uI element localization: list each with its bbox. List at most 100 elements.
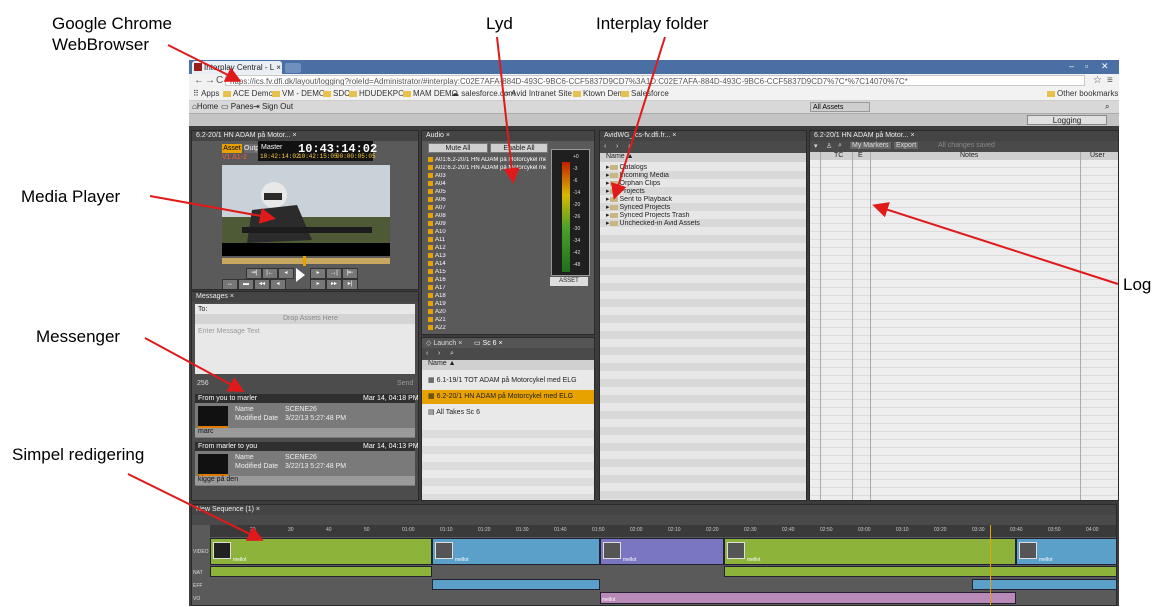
mark-out-button[interactable]: |⇤ (342, 268, 358, 279)
vo-clip[interactable] (600, 592, 1016, 604)
bookmark-apps[interactable]: ⠿ Apps (193, 88, 219, 100)
goto-in-button[interactable]: |← (262, 268, 278, 279)
search-icon[interactable]: ⌕ (450, 350, 454, 358)
audio-track-row[interactable]: A20 (428, 309, 546, 316)
message-item[interactable]: From marler to you Mar 14, 04:13 PM Name… (195, 442, 418, 486)
jog-fwd-button[interactable]: ▸ (310, 279, 326, 289)
back-nav-icon[interactable]: ‹ (426, 350, 428, 357)
track-enable-checkbox[interactable] (428, 189, 433, 194)
timeline-clip[interactable] (724, 538, 1016, 565)
bookmark-other[interactable]: Other bookmarks (1047, 88, 1118, 100)
track-enable-checkbox[interactable] (428, 301, 433, 306)
bookmark-mam-demo[interactable]: MAM DEMO (403, 88, 458, 100)
track-enable-checkbox[interactable] (428, 293, 433, 298)
track-enable-checkbox[interactable] (428, 245, 433, 250)
meter-asset-button[interactable]: ASSET (550, 277, 588, 286)
playhead[interactable] (303, 256, 306, 266)
add-marker-icon[interactable]: ▾ (814, 142, 818, 150)
audio-track-row[interactable]: A04 (428, 181, 546, 188)
bookmark-vm-demo[interactable]: VM - DEMO (272, 88, 325, 100)
asset-mode-button[interactable]: Asset (222, 144, 242, 153)
folder-tab[interactable]: AvidWG_ics-fv.dfi.fr... × (600, 131, 806, 141)
timeline-tab[interactable]: New Sequence (1) × (192, 505, 1116, 515)
rewind-button[interactable]: ◂◂ (254, 279, 270, 289)
nat-clip[interactable] (724, 566, 1116, 577)
name-column-header[interactable]: Name ▲ (422, 360, 594, 370)
bookmark-salesforce[interactable]: Salesforce (621, 88, 669, 100)
track-enable-checkbox[interactable] (428, 325, 433, 330)
back-nav-icon[interactable]: ‹ (604, 143, 606, 150)
loop-button[interactable]: ↔ (222, 279, 238, 289)
bookmark-hdudekpo[interactable]: HDUDEKPO (349, 88, 404, 100)
list-item[interactable]: ▦ 6.1-19/1 TOT ADAM på Motorcykel med EL… (422, 374, 594, 388)
user-column[interactable]: User (1090, 152, 1105, 159)
folder-item-sent-to-playback[interactable]: ▸ Sent to Playback (600, 196, 806, 204)
audio-tab[interactable]: Audio × (422, 131, 594, 141)
messages-tab[interactable]: Messages × (192, 292, 418, 302)
audio-track-row[interactable]: A01:6.2-20/1 HN ADAM på Motorcykel med E (428, 157, 546, 164)
ffwd-button[interactable]: ▸▸ (326, 279, 342, 289)
audio-track-row[interactable]: A21 (428, 317, 546, 324)
track-enable-checkbox[interactable] (428, 165, 433, 170)
audio-track-row[interactable]: A06 (428, 197, 546, 204)
audio-track-row[interactable]: A03 (428, 173, 546, 180)
audio-track-row[interactable]: A15 (428, 269, 546, 276)
home-button[interactable]: ⌂Home (192, 101, 218, 113)
folder-item-catalogs[interactable]: ▸ Catalogs (600, 164, 806, 172)
audio-track-row[interactable]: A12 (428, 245, 546, 252)
track-enable-checkbox[interactable] (428, 197, 433, 202)
forward-nav-icon[interactable]: › (616, 143, 618, 150)
star-icon[interactable]: ☆ (1093, 75, 1102, 86)
bookmark-avid-intranet[interactable]: ≈ Avid Intranet Site (505, 88, 572, 100)
end-button[interactable]: ▸| (342, 279, 358, 289)
bookmark-sdc[interactable]: SDC (323, 88, 350, 100)
track-enable-checkbox[interactable] (428, 285, 433, 290)
panes-button[interactable]: ▭ Panes (221, 101, 253, 113)
audio-track-row[interactable]: A14 (428, 261, 546, 268)
my-markers-button[interactable]: My Markers (850, 142, 891, 149)
timeline-ruler[interactable]: 20 30 40 50 01:00 01:10 01:20 01:30 01:40 01:50 02… (210, 525, 1116, 537)
track-enable-checkbox[interactable] (428, 269, 433, 274)
track-enable-checkbox[interactable] (428, 213, 433, 218)
audio-track-row[interactable]: A02:6.2-20/1 HN ADAM på Motorcykel med E (428, 165, 546, 172)
step-fwd-button[interactable]: ▸ (310, 268, 326, 279)
audio-track-row[interactable]: A10 (428, 229, 546, 236)
goto-out-button[interactable]: →| (326, 268, 342, 279)
launch-tab[interactable]: ◇ Launch × (426, 339, 462, 347)
folder-item-synced-projects-trash[interactable]: ▸ Synced Projects Trash (600, 212, 806, 220)
notes-column[interactable]: Notes (960, 152, 978, 159)
maximize-icon[interactable]: ▫ (1085, 61, 1088, 71)
audio-track-row[interactable]: A22 (428, 325, 546, 332)
audio-track-row[interactable]: A16 (428, 277, 546, 284)
send-button[interactable]: Send (397, 380, 413, 387)
name-column-header[interactable]: Name ▲ (600, 153, 806, 162)
search-icon[interactable]: ⌕ (1105, 101, 1109, 113)
audio-track-row[interactable]: A07 (428, 205, 546, 212)
search-icon[interactable]: ⌕ (628, 143, 632, 151)
message-item[interactable]: From you to marler Mar 14, 04:18 PM Name… (195, 394, 418, 438)
folder-item-orphan-clips[interactable]: ▸ Orphan Clips (600, 180, 806, 188)
bookmark-ace-demo[interactable]: ACE Demo (223, 88, 273, 100)
audio-track-row[interactable]: A05 (428, 189, 546, 196)
close-icon[interactable]: ✕ (1101, 61, 1109, 72)
scrub-bar[interactable] (222, 258, 390, 264)
play-icon[interactable] (296, 268, 305, 282)
layout-mode-select[interactable]: Logging (1027, 115, 1107, 125)
track-enable-checkbox[interactable] (428, 261, 433, 266)
new-tab-button[interactable] (285, 63, 301, 73)
folder-item-synced-projects[interactable]: ▸ Synced Projects (600, 204, 806, 212)
track-enable-checkbox[interactable] (428, 309, 433, 314)
clear-marks-button[interactable]: ▬ (238, 279, 254, 289)
jog-back-button[interactable]: ◂ (270, 279, 286, 289)
audio-track-row[interactable]: A11 (428, 237, 546, 244)
address-bar[interactable]: https://ics.fv.dfi.dk/layout/logging?rol… (225, 75, 1085, 86)
export-button[interactable]: Export (894, 142, 919, 149)
forward-nav-icon[interactable]: › (438, 350, 440, 357)
track-enable-checkbox[interactable] (428, 181, 433, 186)
eff-clip[interactable] (432, 579, 600, 590)
folder-item-projects[interactable]: ▸ Projects (600, 188, 806, 196)
reload-icon[interactable]: C (216, 75, 223, 86)
track-enable-checkbox[interactable] (428, 253, 433, 258)
audio-track-row[interactable]: A19 (428, 301, 546, 308)
audio-track-row[interactable]: A18 (428, 293, 546, 300)
